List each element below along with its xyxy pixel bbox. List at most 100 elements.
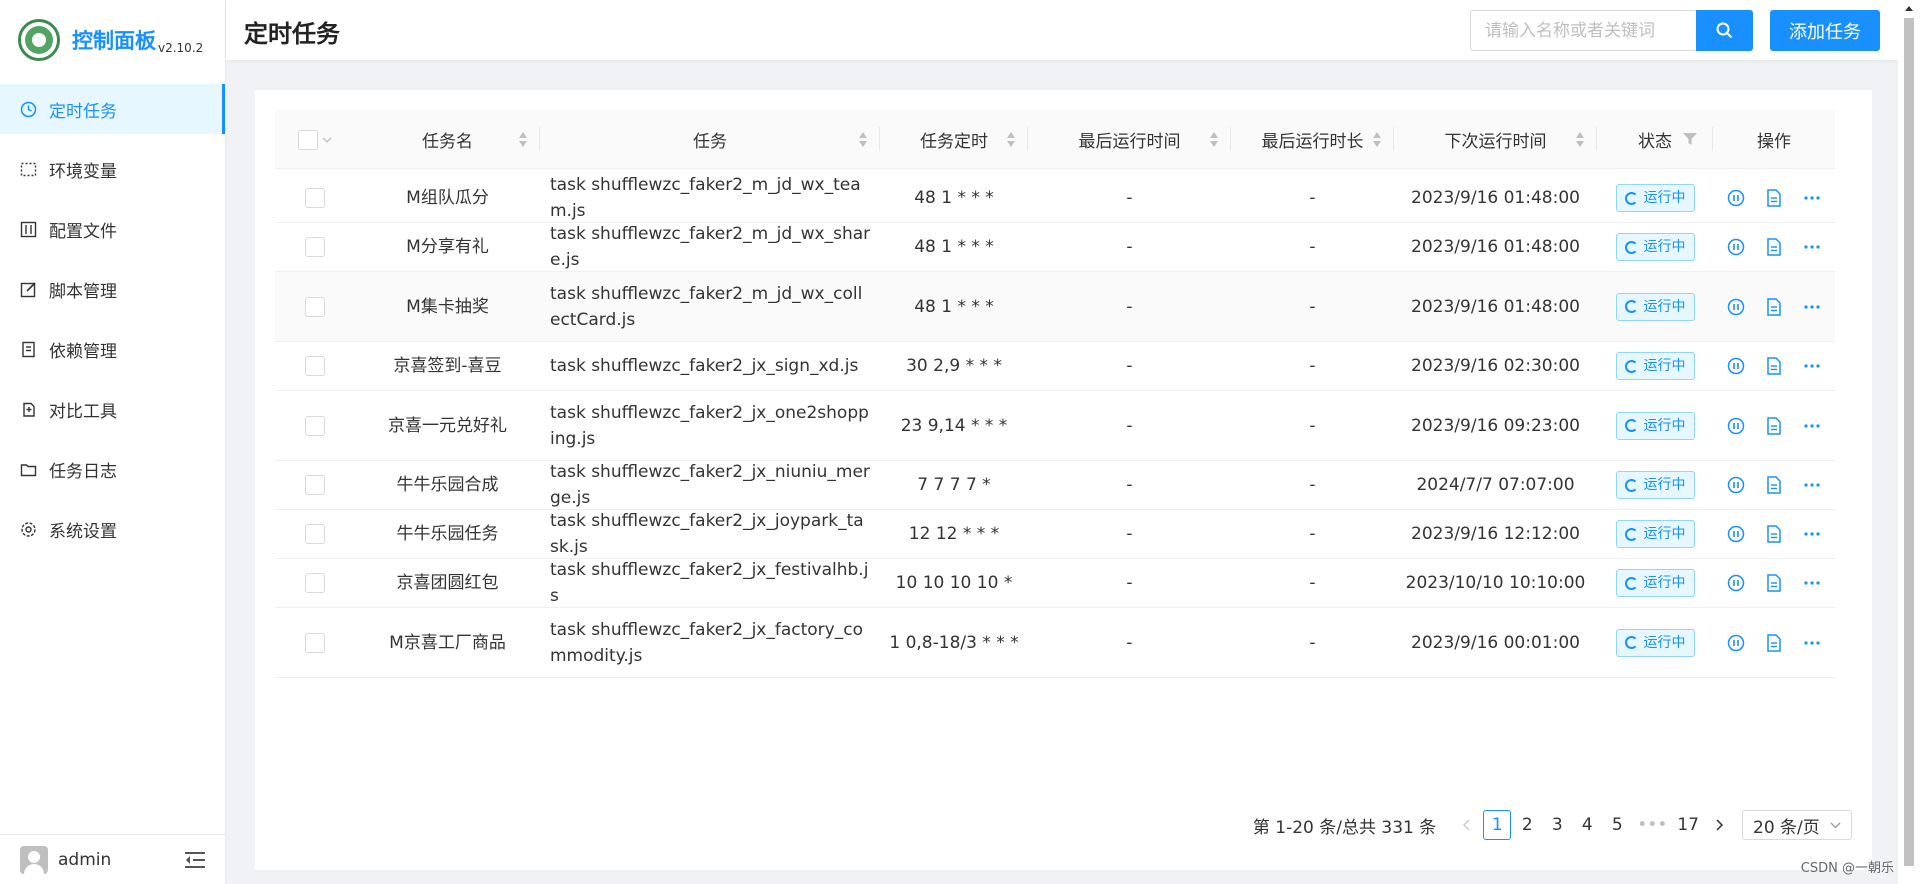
table-row[interactable]: 京喜签到-喜豆 task shufflewzc_faker2_jx_sign_x… bbox=[275, 342, 1835, 391]
username[interactable]: admin bbox=[58, 850, 111, 870]
col-schedule[interactable]: 任务定时 bbox=[880, 110, 1028, 169]
table-row[interactable]: 京喜一元兑好礼 task shufflewzc_faker2_jx_one2sh… bbox=[275, 391, 1835, 461]
pause-icon[interactable] bbox=[1725, 474, 1747, 496]
page-item[interactable]: 4 bbox=[1573, 810, 1601, 840]
log-file-icon[interactable] bbox=[1763, 572, 1785, 594]
avatar[interactable] bbox=[20, 845, 48, 874]
row-checkbox[interactable] bbox=[305, 188, 325, 208]
row-checkbox[interactable] bbox=[305, 475, 325, 495]
sidebar-item-6[interactable]: 任务日志 bbox=[0, 444, 225, 494]
log-file-icon[interactable] bbox=[1763, 236, 1785, 258]
log-file-icon[interactable] bbox=[1763, 355, 1785, 377]
sidebar-item-5[interactable]: 对比工具 bbox=[0, 384, 225, 434]
table-row[interactable]: 牛牛乐园任务 task shufflewzc_faker2_jx_joypark… bbox=[275, 510, 1835, 559]
col-next-run[interactable]: 下次运行时间 bbox=[1394, 110, 1597, 169]
more-icon[interactable] bbox=[1801, 415, 1823, 437]
pause-icon[interactable] bbox=[1725, 415, 1747, 437]
pause-icon[interactable] bbox=[1725, 187, 1747, 209]
log-file-icon[interactable] bbox=[1763, 523, 1785, 545]
table-body: M组队瓜分 task shufflewzc_faker2_m_jd_wx_tea… bbox=[275, 174, 1835, 678]
pause-icon[interactable] bbox=[1725, 355, 1747, 377]
add-task-button[interactable]: 添加任务 bbox=[1770, 10, 1880, 51]
pause-icon[interactable] bbox=[1725, 296, 1747, 318]
row-checkbox[interactable] bbox=[305, 524, 325, 544]
select-all-checkbox[interactable] bbox=[298, 129, 318, 150]
row-checkbox[interactable] bbox=[305, 632, 325, 653]
page-header: 定时任务 添加任务 bbox=[226, 0, 1898, 60]
task-name[interactable]: 京喜签到-喜豆 bbox=[355, 353, 540, 379]
more-icon[interactable] bbox=[1801, 632, 1823, 654]
task-name[interactable]: M京喜工厂商品 bbox=[355, 630, 540, 656]
table-row[interactable]: M集卡抽奖 task shufflewzc_faker2_m_jd_wx_col… bbox=[275, 272, 1835, 342]
row-checkbox[interactable] bbox=[305, 573, 325, 593]
more-icon[interactable] bbox=[1801, 474, 1823, 496]
sort-icon[interactable] bbox=[1372, 132, 1382, 148]
page-item[interactable]: 3 bbox=[1543, 810, 1571, 840]
chevron-down-icon[interactable] bbox=[322, 136, 332, 144]
row-checkbox[interactable] bbox=[305, 237, 325, 257]
pause-icon[interactable] bbox=[1725, 572, 1747, 594]
sidebar-item-2[interactable]: 配置文件 bbox=[0, 204, 225, 254]
filter-icon[interactable] bbox=[1683, 133, 1697, 145]
page-jump-ellipsis[interactable]: ••• bbox=[1633, 810, 1671, 840]
task-name[interactable]: M组队瓜分 bbox=[355, 185, 540, 211]
sort-icon[interactable] bbox=[518, 132, 528, 148]
sort-icon[interactable] bbox=[1006, 132, 1016, 148]
table-row[interactable]: 牛牛乐园合成 task shufflewzc_faker2_jx_niuniu_… bbox=[275, 461, 1835, 510]
task-name[interactable]: 牛牛乐园任务 bbox=[355, 521, 540, 547]
col-command[interactable]: 任务 bbox=[540, 110, 880, 169]
col-duration[interactable]: 最后运行时长 bbox=[1231, 110, 1394, 169]
more-icon[interactable] bbox=[1801, 296, 1823, 318]
table-row[interactable]: 京喜团圆红包 task shufflewzc_faker2_jx_festiva… bbox=[275, 559, 1835, 608]
sort-icon[interactable] bbox=[1575, 132, 1585, 148]
more-icon[interactable] bbox=[1801, 355, 1823, 377]
task-name[interactable]: 京喜团圆红包 bbox=[355, 570, 540, 596]
sidebar-item-3[interactable]: 脚本管理 bbox=[0, 264, 225, 314]
more-icon[interactable] bbox=[1801, 523, 1823, 545]
table-row[interactable]: M分享有礼 task shufflewzc_faker2_m_jd_wx_sha… bbox=[275, 223, 1835, 272]
status-badge: 运行中 bbox=[1615, 292, 1695, 321]
page-size-select[interactable]: 20 条/页 bbox=[1742, 810, 1852, 840]
task-name[interactable]: M集卡抽奖 bbox=[355, 294, 540, 320]
sidebar-item-7[interactable]: 系统设置 bbox=[0, 504, 225, 554]
table-row[interactable]: M组队瓜分 task shufflewzc_faker2_m_jd_wx_tea… bbox=[275, 174, 1835, 223]
pause-icon[interactable] bbox=[1725, 523, 1747, 545]
log-file-icon[interactable] bbox=[1763, 415, 1785, 437]
log-file-icon[interactable] bbox=[1763, 632, 1785, 654]
col-status[interactable]: 状态 bbox=[1597, 110, 1713, 169]
page-item[interactable]: 17 bbox=[1673, 810, 1703, 840]
search-button[interactable] bbox=[1696, 10, 1753, 51]
row-checkbox[interactable] bbox=[305, 415, 325, 436]
more-icon[interactable] bbox=[1801, 236, 1823, 258]
task-name[interactable]: 京喜一元兑好礼 bbox=[355, 413, 540, 439]
row-checkbox[interactable] bbox=[305, 296, 325, 317]
pause-icon[interactable] bbox=[1725, 632, 1747, 654]
window-scrollbar[interactable] bbox=[1898, 0, 1920, 884]
page-item[interactable]: 1 bbox=[1483, 810, 1512, 840]
page-item[interactable]: 2 bbox=[1513, 810, 1541, 840]
more-icon[interactable] bbox=[1801, 572, 1823, 594]
sidebar-item-4[interactable]: 依赖管理 bbox=[0, 324, 225, 374]
row-checkbox[interactable] bbox=[305, 356, 325, 376]
sort-icon[interactable] bbox=[1209, 132, 1219, 148]
prev-page-button[interactable] bbox=[1453, 810, 1481, 840]
sidebar-item-1[interactable]: 环境变量 bbox=[0, 144, 225, 194]
more-icon[interactable] bbox=[1801, 187, 1823, 209]
log-file-icon[interactable] bbox=[1763, 474, 1785, 496]
log-file-icon[interactable] bbox=[1763, 296, 1785, 318]
scroll-up-icon[interactable] bbox=[1904, 4, 1914, 14]
next-page-button[interactable] bbox=[1705, 810, 1733, 840]
window-scroll-thumb[interactable] bbox=[1904, 18, 1914, 866]
task-name[interactable]: M分享有礼 bbox=[355, 234, 540, 260]
page-item[interactable]: 5 bbox=[1603, 810, 1631, 840]
col-last-run[interactable]: 最后运行时间 bbox=[1028, 110, 1231, 169]
search-input[interactable] bbox=[1470, 10, 1698, 51]
task-name[interactable]: 牛牛乐园合成 bbox=[355, 472, 540, 498]
pause-icon[interactable] bbox=[1725, 236, 1747, 258]
table-row[interactable]: M京喜工厂商品 task shufflewzc_faker2_jx_factor… bbox=[275, 608, 1835, 678]
log-file-icon[interactable] bbox=[1763, 187, 1785, 209]
col-name[interactable]: 任务名 bbox=[355, 110, 540, 169]
menu-fold-icon[interactable] bbox=[185, 851, 205, 869]
sort-icon[interactable] bbox=[858, 132, 868, 148]
sidebar-item-0[interactable]: 定时任务 bbox=[0, 84, 225, 134]
